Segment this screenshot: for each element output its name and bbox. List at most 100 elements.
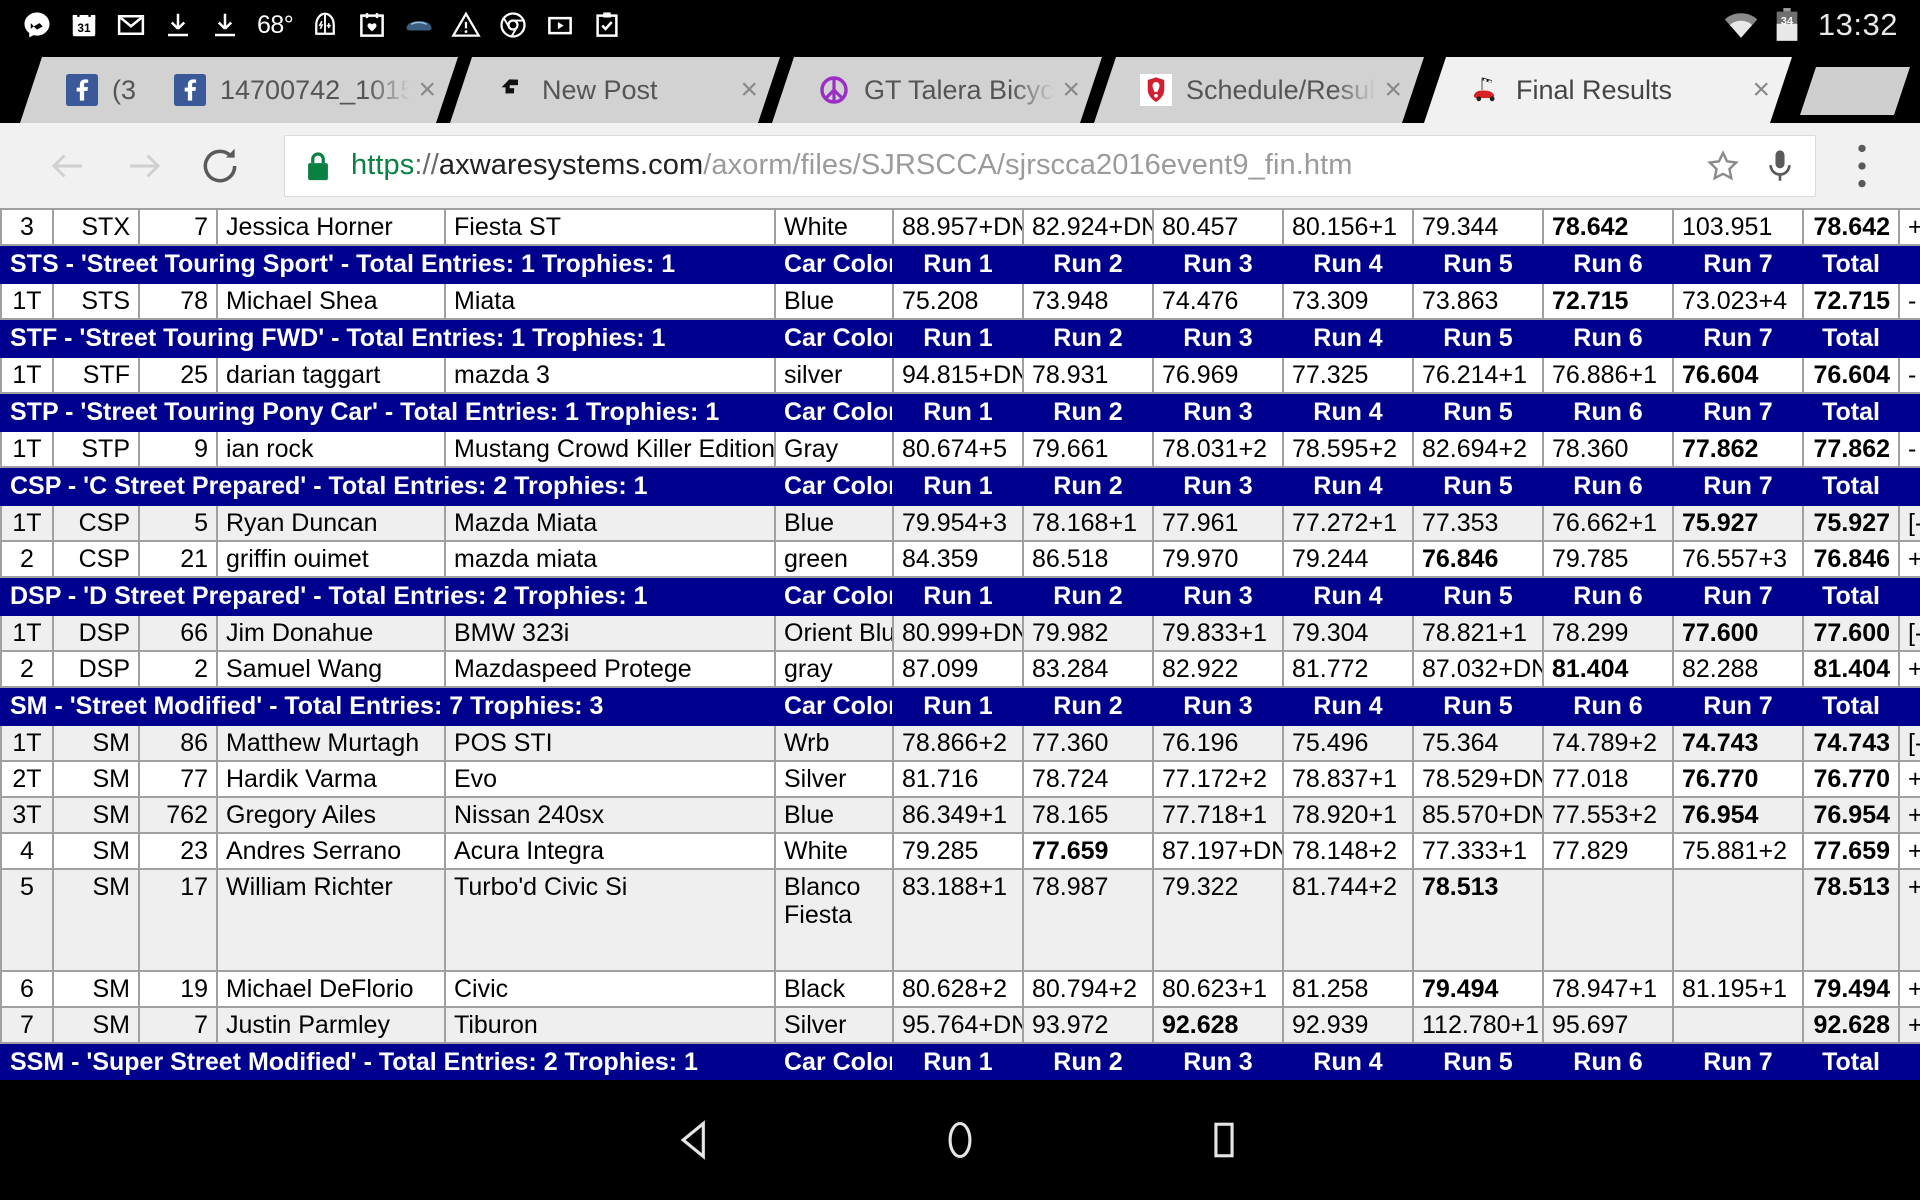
cell-run-6: 78.947+1 xyxy=(1542,970,1674,1008)
cell-position: 6 xyxy=(0,970,54,1008)
cell-car-number: 86 xyxy=(138,724,218,762)
cell-car-color: White xyxy=(774,208,894,246)
forward-button[interactable] xyxy=(106,128,182,204)
column-header-run-4: Run 4 xyxy=(1282,318,1414,358)
cell-total: 77.659 xyxy=(1802,832,1900,870)
tab-new-post[interactable]: New Post × xyxy=(450,57,780,123)
cell-run-4: 78.837+1 xyxy=(1282,760,1414,798)
cell-run-5: 82.694+2 xyxy=(1412,430,1544,468)
tab-final-results[interactable]: Final Results × xyxy=(1424,57,1792,123)
tab-title: GT Talera Bicycle xyxy=(864,74,1055,105)
calendar-31-icon: 31 xyxy=(72,12,96,37)
cell-class: SM xyxy=(52,868,140,972)
tab-close-button[interactable]: × xyxy=(1752,75,1770,105)
microphone-icon[interactable] xyxy=(1763,147,1797,185)
cell-run-1: 75.208 xyxy=(892,282,1024,320)
cell-run-7: 75.881+2 xyxy=(1672,832,1804,870)
cell-position: 2T xyxy=(0,760,54,798)
address-bar[interactable]: https://axwaresystems.com/axorm/files/SJ… xyxy=(284,134,1816,197)
car-app-icon xyxy=(406,21,432,31)
column-header-run-2: Run 2 xyxy=(1022,576,1154,616)
class-group-title: SM - 'Street Modified' - Total Entries: … xyxy=(0,686,776,726)
cell-car-color: Blue xyxy=(774,796,894,834)
star-icon[interactable] xyxy=(1705,148,1741,184)
cell-car-color: green xyxy=(774,540,894,578)
result-row: 1T SM 86 Matthew Murtagh POS STI Wrb 78.866+2 7… xyxy=(0,724,1920,762)
tab-close-button[interactable]: × xyxy=(740,75,758,105)
cell-position: 1T xyxy=(0,430,54,468)
new-tab-button[interactable] xyxy=(1800,67,1910,115)
cell-class: SM xyxy=(52,760,140,798)
class-group-header-row: SSM - 'Super Street Modified' - Total En… xyxy=(0,1042,1920,1080)
url-scheme: https xyxy=(351,149,415,181)
cell-driver-name: Matthew Murtagh xyxy=(216,724,446,762)
tab-facebook-2[interactable]: 14700742_1015 × xyxy=(128,57,458,123)
column-header-run-1: Run 1 xyxy=(892,318,1024,358)
cell-car-number: 9 xyxy=(138,430,218,468)
cell-diff: - xyxy=(1898,430,1920,468)
cell-diff: +2.808 xyxy=(1898,208,1920,246)
result-row: 1T CSP 5 Ryan Duncan Mazda Miata Blue 79.954+3… xyxy=(0,504,1920,542)
cell-run-1: 81.716 xyxy=(892,760,1024,798)
column-header-car-color: Car Color xyxy=(774,466,894,506)
column-header-run-6: Run 6 xyxy=(1542,466,1674,506)
cell-diff: +0.705 xyxy=(1898,832,1920,870)
recents-square-icon[interactable] xyxy=(1202,1118,1246,1162)
class-group-title: STS - 'Street Touring Sport' - Total Ent… xyxy=(0,244,776,284)
column-header-run-3: Run 3 xyxy=(1152,318,1284,358)
cell-car-color: Black xyxy=(774,970,894,1008)
column-header-run-7: Run 7 xyxy=(1672,318,1804,358)
cell-diff: [-]2.027 xyxy=(1898,724,1920,762)
column-header-run-6: Run 6 xyxy=(1542,576,1674,616)
tab-schedule-result[interactable]: Schedule/Result × xyxy=(1094,57,1424,123)
gmail-icon xyxy=(117,15,145,35)
cell-run-2: 78.987 xyxy=(1022,868,1154,972)
cell-class: STX xyxy=(52,208,140,246)
cell-car-number: 25 xyxy=(138,356,218,394)
cell-car-model: Turbo'd Civic Si xyxy=(444,868,776,972)
cell-run-7: 76.770 xyxy=(1672,760,1804,798)
result-row: 2 DSP 2 Samuel Wang Mazdaspeed Protege gray 87… xyxy=(0,650,1920,688)
cell-run-5: 78.529+DNF xyxy=(1412,760,1544,798)
autocross-results-table: 3 STX 7 Jessica Horner Fiesta ST White 88.957+… xyxy=(0,208,1920,1080)
back-triangle-icon[interactable] xyxy=(674,1118,718,1162)
android-navigation-bar[interactable] xyxy=(0,1080,1920,1200)
tab-gt-talera-bicycle[interactable]: GT Talera Bicycle × xyxy=(772,57,1102,123)
cell-run-2: 78.931 xyxy=(1022,356,1154,394)
result-row: 1T STS 78 Michael Shea Miata Blue 75.208 73.948… xyxy=(0,282,1920,320)
browser-menu-button[interactable] xyxy=(1834,142,1890,190)
cell-position: 2 xyxy=(0,540,54,578)
browser-tab-strip[interactable]: (3 14700742_1015 × New Post × GT Talera … xyxy=(0,50,1920,123)
cell-class: STS xyxy=(52,282,140,320)
cell-car-number: 23 xyxy=(138,832,218,870)
cell-car-number: 19 xyxy=(138,970,218,1008)
home-circle-icon[interactable] xyxy=(938,1118,982,1162)
cell-class: SM xyxy=(52,724,140,762)
back-button[interactable] xyxy=(30,128,106,204)
android-status-bar: 31 68° 34 13:32 xyxy=(0,0,1920,50)
car-diagnostic-icon xyxy=(315,12,336,35)
class-group-header-row: STS - 'Street Touring Sport' - Total Ent… xyxy=(0,244,1920,284)
page-viewport[interactable]: 3 STX 7 Jessica Horner Fiesta ST White 88.957+… xyxy=(0,208,1920,1080)
tab-close-button[interactable]: × xyxy=(1384,75,1402,105)
class-group-header-row: DSP - 'D Street Prepared' - Total Entrie… xyxy=(0,576,1920,616)
cell-total: 77.600 xyxy=(1802,614,1900,652)
cell-car-model: Fiesta ST xyxy=(444,208,776,246)
column-header-car-color: Car Color xyxy=(774,1042,894,1080)
cell-total: 76.770 xyxy=(1802,760,1900,798)
cell-run-3: 87.197+DNF xyxy=(1152,832,1284,870)
cell-run-2: 79.661 xyxy=(1022,430,1154,468)
cell-run-5: 87.032+DNF xyxy=(1412,650,1544,688)
cell-run-5: 73.863 xyxy=(1412,282,1544,320)
column-header-diff: Diff. xyxy=(1898,466,1920,506)
cell-car-number: 7 xyxy=(138,1006,218,1044)
cell-class: SM xyxy=(52,796,140,834)
cell-car-model: POS STI xyxy=(444,724,776,762)
column-header-diff: Diff. xyxy=(1898,318,1920,358)
cell-car-model: Tiburon xyxy=(444,1006,776,1044)
reload-button[interactable] xyxy=(182,128,258,204)
tab-close-button[interactable]: × xyxy=(1062,75,1080,105)
tab-close-button[interactable]: × xyxy=(418,75,436,105)
cell-diff: [-]0.919 xyxy=(1898,504,1920,542)
column-header-run-6: Run 6 xyxy=(1542,1042,1674,1080)
